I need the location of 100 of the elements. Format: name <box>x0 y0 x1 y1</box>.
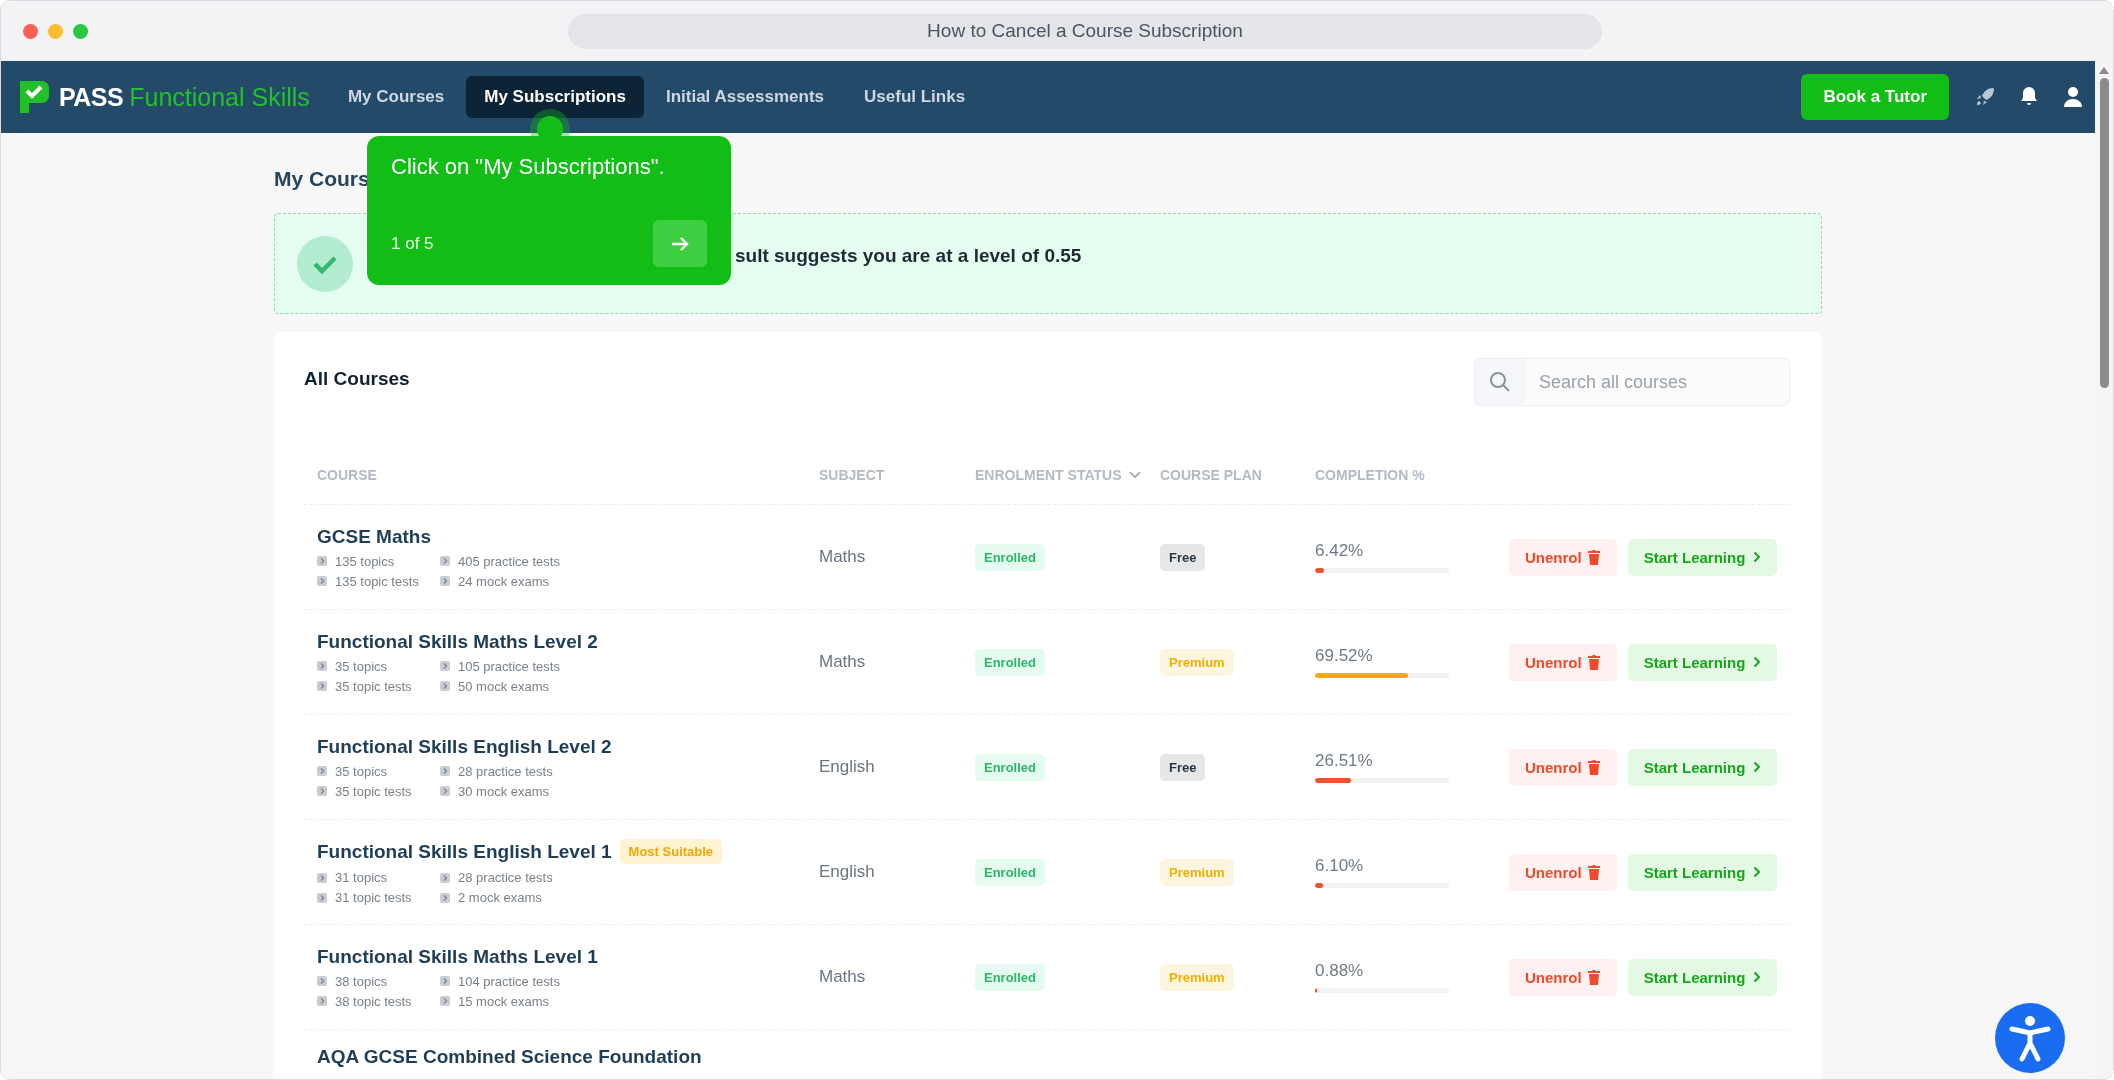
course-stat: 28 practice tests <box>440 763 620 779</box>
column-header: COMPLETION % <box>1315 467 1426 483</box>
course-stat: 24 mock exams <box>440 573 620 589</box>
completion-text: 26.51% <box>1315 751 1374 771</box>
start-learning-button[interactable]: Start Learning <box>1627 643 1778 681</box>
window-title: How to Cancel a Course Subscription <box>568 13 1602 49</box>
chevron-bullet-icon <box>440 872 450 883</box>
completion-text: 0.88% <box>1315 961 1365 981</box>
start-learning-button[interactable]: Start Learning <box>1627 748 1778 786</box>
chevron-bullet-icon <box>317 786 327 796</box>
course-stat: 30 mock exams <box>440 783 620 799</box>
scroll-thumb[interactable] <box>2099 78 2109 388</box>
start-learning-button[interactable]: Start Learning <box>1627 853 1778 891</box>
nav-tab[interactable]: Initial Assessments <box>647 76 843 118</box>
column-header: COURSE PLAN <box>1160 467 1263 483</box>
status-tag: Enrolled <box>975 858 1045 886</box>
zoom-dot[interactable] <box>73 23 88 39</box>
chevron-bullet-icon <box>440 681 450 691</box>
user-icon[interactable] <box>2061 85 2085 109</box>
brand-tagline: Functional Skills <box>129 82 310 112</box>
next-button[interactable] <box>653 220 707 267</box>
course-title[interactable]: Functional Skills English Level 2 <box>317 735 612 758</box>
logo-icon <box>17 78 51 116</box>
chevron-bullet-icon <box>440 661 450 671</box>
course-stat: 38 topics <box>317 973 440 989</box>
minimize-dot[interactable] <box>48 23 63 39</box>
chevron-bullet-icon <box>440 892 450 903</box>
chevron-bullet-icon <box>440 576 450 586</box>
chevron-bullet-icon <box>317 976 327 986</box>
subject-text: English <box>819 862 876 882</box>
unenrol-button[interactable]: Unenrol <box>1509 538 1617 576</box>
unenrol-button[interactable]: Unenrol <box>1509 853 1617 891</box>
course-title[interactable]: Functional Skills English Level 1 <box>317 840 612 863</box>
course-title[interactable]: Functional Skills Maths Level 2 <box>317 630 598 653</box>
course-title[interactable]: GCSE Maths <box>317 525 432 548</box>
unenrol-button[interactable]: Unenrol <box>1509 748 1617 786</box>
course-title[interactable]: AQA GCSE Combined Science Foundation <box>317 1046 702 1068</box>
card-title: All Courses <box>304 368 410 390</box>
course-stat: 31 topics <box>317 870 440 885</box>
course-title[interactable]: Functional Skills Maths Level 1 <box>317 945 598 968</box>
course-stat: 35 topics <box>317 763 440 779</box>
plan-tag: Premium <box>1160 858 1234 886</box>
chevron-bullet-icon <box>317 576 327 586</box>
chevron-right-icon <box>1753 971 1762 983</box>
course-stat: 35 topics <box>317 658 440 674</box>
column-header: SUBJECT <box>819 467 886 483</box>
scroll-up-icon[interactable] <box>2099 67 2109 74</box>
start-learning-button[interactable]: Start Learning <box>1627 958 1778 996</box>
accessibility-icon <box>2008 1014 2052 1062</box>
suitability-tag: Most Suitable <box>619 839 723 864</box>
column-header[interactable]: ENROLMENT STATUS <box>975 467 1122 483</box>
search-icon[interactable] <box>1489 371 1511 393</box>
status-tag: Enrolled <box>975 648 1045 676</box>
nav-tab[interactable]: My Subscriptions <box>466 76 644 118</box>
trash-icon <box>1586 864 1601 880</box>
course-stat: 28 practice tests <box>440 870 620 885</box>
book-tutor-button[interactable]: Book a Tutor <box>1801 74 1949 120</box>
unenrol-button[interactable]: Unenrol <box>1509 958 1617 996</box>
plan-tag: Premium <box>1160 648 1234 676</box>
chevron-bullet-icon <box>317 681 327 691</box>
course-stat: 31 topic tests <box>317 890 440 905</box>
plan-tag: Free <box>1160 543 1206 571</box>
plan-tag: Free <box>1160 753 1206 781</box>
nav-tab[interactable]: My Courses <box>329 76 463 118</box>
status-tag: Enrolled <box>975 963 1045 991</box>
subject-text: English <box>819 757 876 777</box>
status-tag: Enrolled <box>975 753 1045 781</box>
chevron-bullet-icon <box>440 766 450 776</box>
chevron-bullet-icon <box>317 661 327 671</box>
trash-icon <box>1586 969 1601 985</box>
course-stat: 135 topic tests <box>317 573 440 589</box>
start-learning-button[interactable]: Start Learning <box>1627 538 1778 576</box>
chevron-bullet-icon <box>440 976 450 986</box>
column-header: COURSE <box>317 467 378 483</box>
brand-name: PASS <box>59 82 124 112</box>
page-heading: My Cours <box>274 167 370 192</box>
chevron-right-icon <box>1753 551 1762 563</box>
subject-text: Maths <box>819 652 867 672</box>
check-icon <box>297 235 353 292</box>
chevron-bullet-icon <box>440 996 450 1006</box>
close-dot[interactable] <box>23 23 38 39</box>
chevron-bullet-icon <box>440 786 450 796</box>
nav-tab[interactable]: Useful Links <box>846 76 984 118</box>
chevron-down-icon[interactable] <box>1129 471 1142 479</box>
status-tag: Enrolled <box>975 543 1045 571</box>
course-stat: 50 mock exams <box>440 678 620 694</box>
completion-text: 6.42% <box>1315 541 1365 561</box>
search-field[interactable]: Search all courses <box>1474 358 1790 406</box>
completion-text: 6.10% <box>1315 856 1365 876</box>
trash-icon <box>1586 549 1601 565</box>
completion-text: 69.52% <box>1315 646 1374 666</box>
chevron-bullet-icon <box>317 996 327 1006</box>
plan-tag: Premium <box>1160 963 1234 991</box>
chevron-right-icon <box>1753 866 1762 878</box>
chevron-right-icon <box>1753 656 1762 668</box>
unenrol-button[interactable]: Unenrol <box>1509 643 1617 681</box>
chevron-bullet-icon <box>440 556 450 566</box>
chevron-bullet-icon <box>317 766 327 776</box>
trash-icon <box>1586 654 1601 670</box>
course-stat: 135 topics <box>317 553 440 569</box>
